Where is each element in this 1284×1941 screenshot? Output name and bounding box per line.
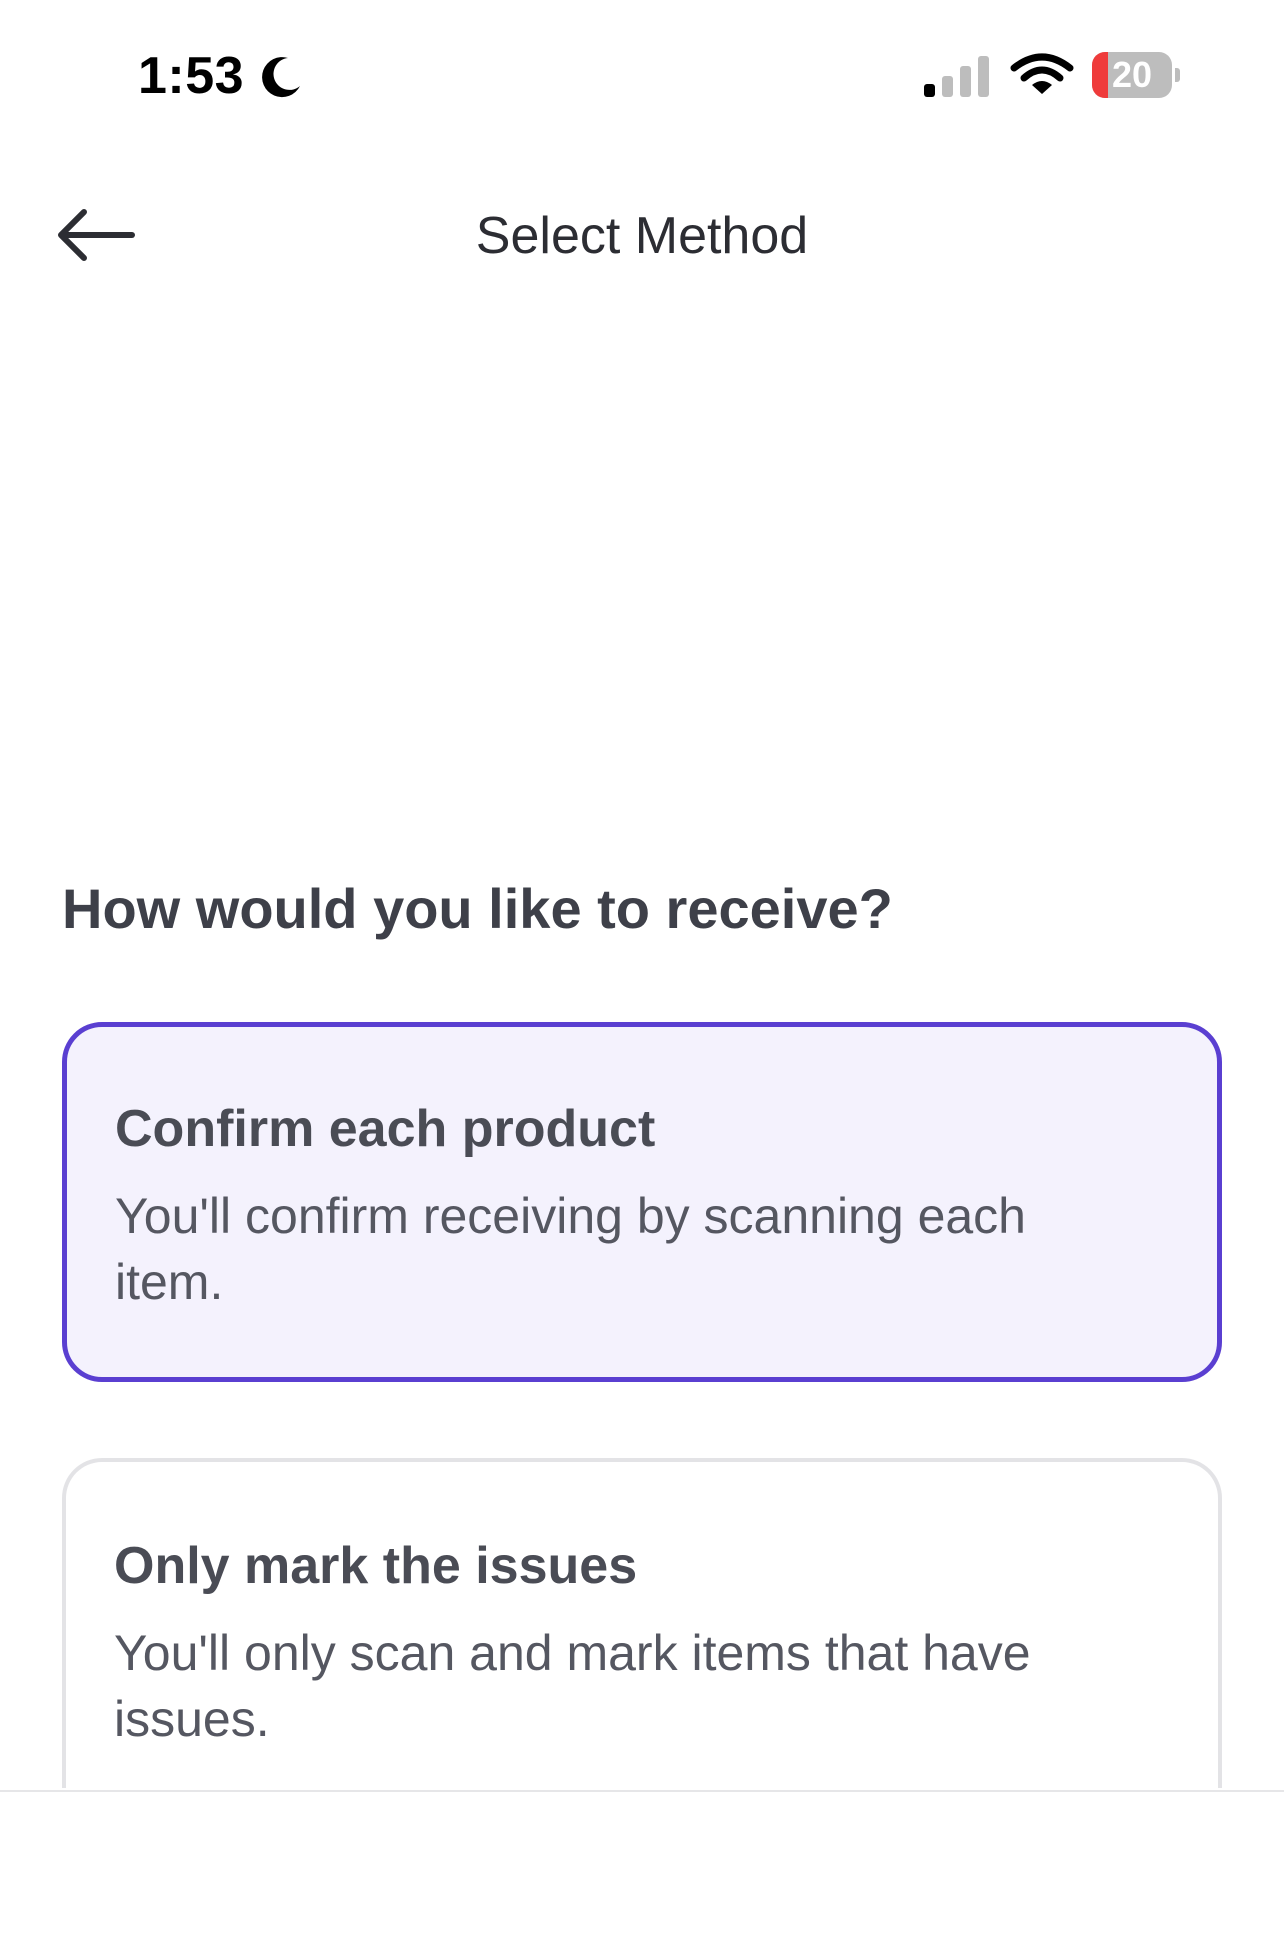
- option-description: You'll only scan and mark items that hav…: [114, 1625, 1031, 1747]
- option-only-mark-issues[interactable]: Only mark the issues You'll only scan an…: [62, 1458, 1222, 1788]
- battery-icon: 20: [1092, 52, 1182, 98]
- option-confirm-each-product[interactable]: Confirm each product You'll confirm rece…: [62, 1022, 1222, 1382]
- moon-icon: [262, 57, 300, 98]
- battery-body: 20: [1092, 52, 1172, 98]
- battery-cap: [1175, 68, 1180, 82]
- cellular-signal-icon: [924, 56, 989, 97]
- option-description: You'll confirm receiving by scanning eac…: [115, 1188, 1026, 1310]
- status-time: 1:53: [138, 47, 245, 105]
- status-bar: 1:53 20: [0, 0, 1284, 150]
- page-title: Select Method: [475, 207, 809, 265]
- wifi-icon: [1010, 53, 1074, 94]
- battery-level: 20: [1111, 54, 1153, 95]
- navigation-header: Select Method: [0, 190, 1284, 280]
- question-heading: How would you like to receive?: [62, 877, 893, 940]
- bottom-bar: [0, 1792, 1284, 1941]
- option-title: Only mark the issues: [114, 1537, 638, 1595]
- option-title: Confirm each product: [115, 1100, 656, 1158]
